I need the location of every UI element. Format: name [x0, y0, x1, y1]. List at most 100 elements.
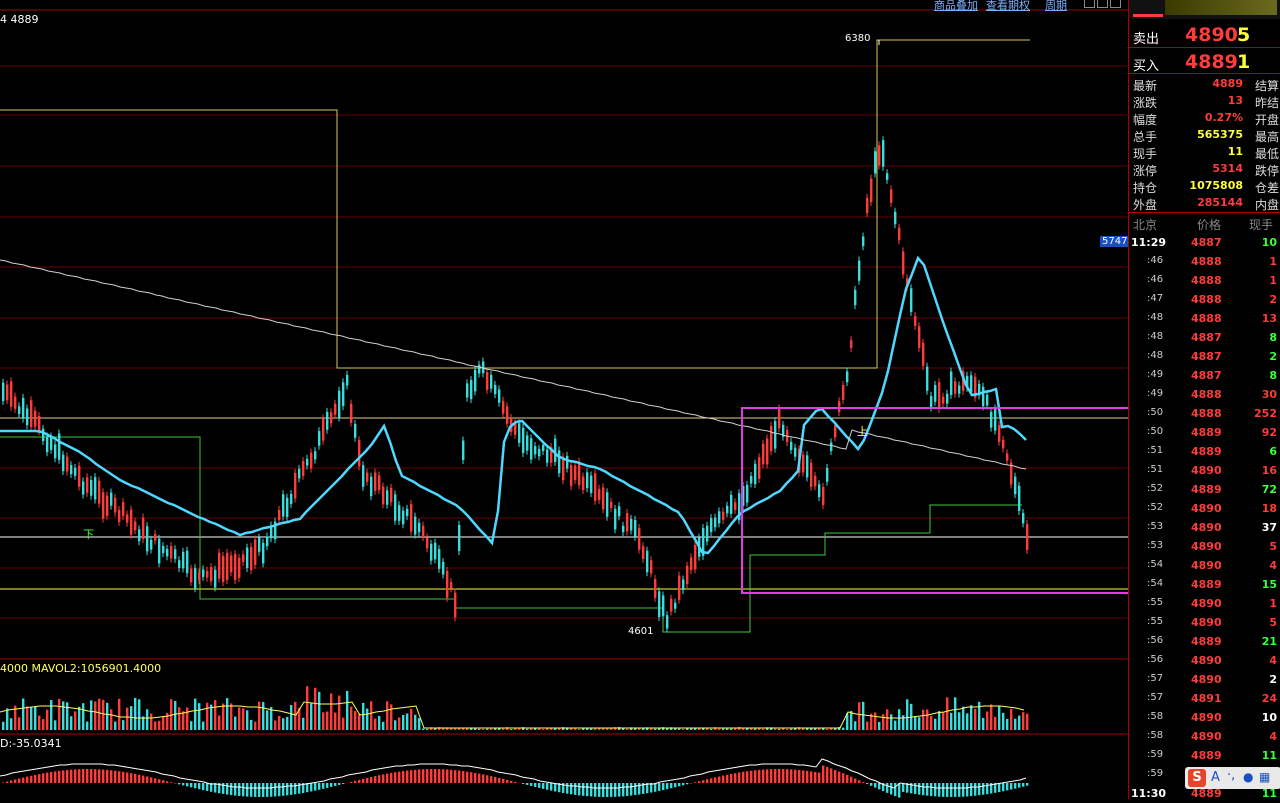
- volume-bar: [490, 729, 492, 730]
- volume-bar: [294, 702, 296, 730]
- macd-bar: [818, 773, 820, 783]
- macd-bar: [50, 772, 52, 783]
- tick-row: :4748882: [1129, 290, 1280, 309]
- tick-price: 4888: [1191, 312, 1222, 325]
- tick-row: :4848878: [1129, 328, 1280, 347]
- macd-bar: [166, 781, 168, 783]
- volume-bar: [118, 699, 120, 730]
- volume-bar: [934, 719, 936, 730]
- macd-bar: [86, 769, 88, 783]
- close-icon[interactable]: [1110, 0, 1121, 8]
- macd-bar: [250, 783, 252, 797]
- tick-row: :5548905: [1129, 613, 1280, 632]
- ime-logo-icon[interactable]: S: [1188, 769, 1206, 787]
- volume-bar: [794, 728, 796, 730]
- candle-body: [186, 551, 188, 574]
- maximize-icon[interactable]: [1097, 0, 1108, 8]
- tick-row: :50488992: [1129, 423, 1280, 442]
- tick-time: :50: [1147, 426, 1163, 437]
- macd-bar: [390, 773, 392, 783]
- volume-bar: [102, 700, 104, 730]
- period-link[interactable]: 周期: [1045, 0, 1067, 13]
- macd-bar: [934, 783, 936, 796]
- candle-body: [910, 288, 912, 312]
- kline-chart-svg[interactable]: [0, 0, 1128, 799]
- candle-body: [954, 381, 956, 393]
- view-options-link[interactable]: 查看期权: [986, 0, 1030, 13]
- candle-body: [70, 465, 72, 474]
- macd-bar: [334, 783, 336, 786]
- macd-bar: [186, 783, 188, 786]
- macd-bar: [154, 778, 156, 783]
- candle-body: [642, 546, 644, 559]
- stat-label: 外盘: [1133, 196, 1157, 213]
- tick-time: :48: [1147, 350, 1163, 361]
- volume-bar: [578, 729, 580, 730]
- tick-row: :5648904: [1129, 651, 1280, 670]
- candle-body: [262, 543, 264, 563]
- volume-bar: [806, 728, 808, 730]
- candle-body: [674, 603, 676, 609]
- macd-bar: [554, 783, 556, 791]
- macd-bar: [1002, 783, 1004, 791]
- macd-bar: [534, 783, 536, 787]
- stat-label-secondary: 最低: [1255, 145, 1279, 162]
- volume-bar: [174, 701, 176, 730]
- tick-volume: 13: [1262, 312, 1277, 325]
- candle-body: [1014, 477, 1016, 494]
- macd-bar: [810, 771, 812, 783]
- tick-time: :57: [1147, 673, 1163, 684]
- divider: [1129, 212, 1280, 213]
- kline-chart-area[interactable]: 商品叠加 查看期权 周期 4 4889 6380 4601 5747 上 下 4…: [0, 0, 1128, 799]
- macd-bar: [770, 769, 772, 783]
- tick-price: 4890: [1191, 502, 1222, 515]
- macd-bar: [178, 783, 180, 784]
- candle-body: [506, 406, 508, 423]
- macd-bar: [566, 783, 568, 794]
- window-controls[interactable]: [1084, 0, 1124, 8]
- minimize-icon[interactable]: [1084, 0, 1095, 8]
- candle-body: [446, 571, 448, 598]
- candle-body: [322, 419, 324, 441]
- microphone-icon[interactable]: ●: [1243, 770, 1253, 784]
- macd-bar: [138, 775, 140, 783]
- tick-volume: 15: [1262, 578, 1277, 591]
- low-price-label: 4601: [628, 626, 653, 637]
- candle-body: [690, 557, 692, 569]
- macd-bar: [430, 769, 432, 783]
- volume-bar: [1026, 714, 1028, 730]
- macd-bar: [374, 776, 376, 783]
- keyboard-icon[interactable]: ▦: [1259, 770, 1270, 784]
- macd-bar: [750, 771, 752, 783]
- volume-bar: [282, 718, 284, 730]
- volume-bar: [414, 715, 416, 730]
- selection-box: [742, 408, 1128, 593]
- candle-body: [598, 489, 600, 500]
- candle-body: [662, 595, 664, 616]
- macd-bar: [266, 783, 268, 797]
- stat-label-secondary: 内盘: [1255, 196, 1279, 213]
- macd-bar: [482, 774, 484, 783]
- macd-bar: [666, 783, 668, 789]
- volume-bar: [106, 703, 108, 730]
- commodity-overlay-link[interactable]: 商品叠加: [934, 0, 978, 13]
- macd-bar: [850, 777, 852, 783]
- candle-body: [18, 406, 20, 414]
- tick-time: :58: [1147, 711, 1163, 722]
- macd-bar: [234, 783, 236, 796]
- tick-time: 11:30: [1131, 787, 1166, 800]
- volume-bar: [138, 699, 140, 730]
- tick-price: 4887: [1191, 236, 1222, 249]
- ime-toolbar[interactable]: S A ·, ● ▦: [1185, 767, 1280, 789]
- candle-body: [538, 449, 540, 456]
- candle-body: [450, 582, 452, 588]
- tick-price: 4888: [1191, 407, 1222, 420]
- candle-body: [86, 477, 88, 493]
- macd-bar: [838, 772, 840, 783]
- ime-mode-icon[interactable]: A: [1211, 770, 1220, 785]
- candle-body: [766, 439, 768, 465]
- tick-volume: 16: [1262, 464, 1277, 477]
- ime-punct-icon[interactable]: ·,: [1227, 768, 1235, 783]
- candle-body: [814, 476, 816, 486]
- volume-bar: [886, 709, 888, 730]
